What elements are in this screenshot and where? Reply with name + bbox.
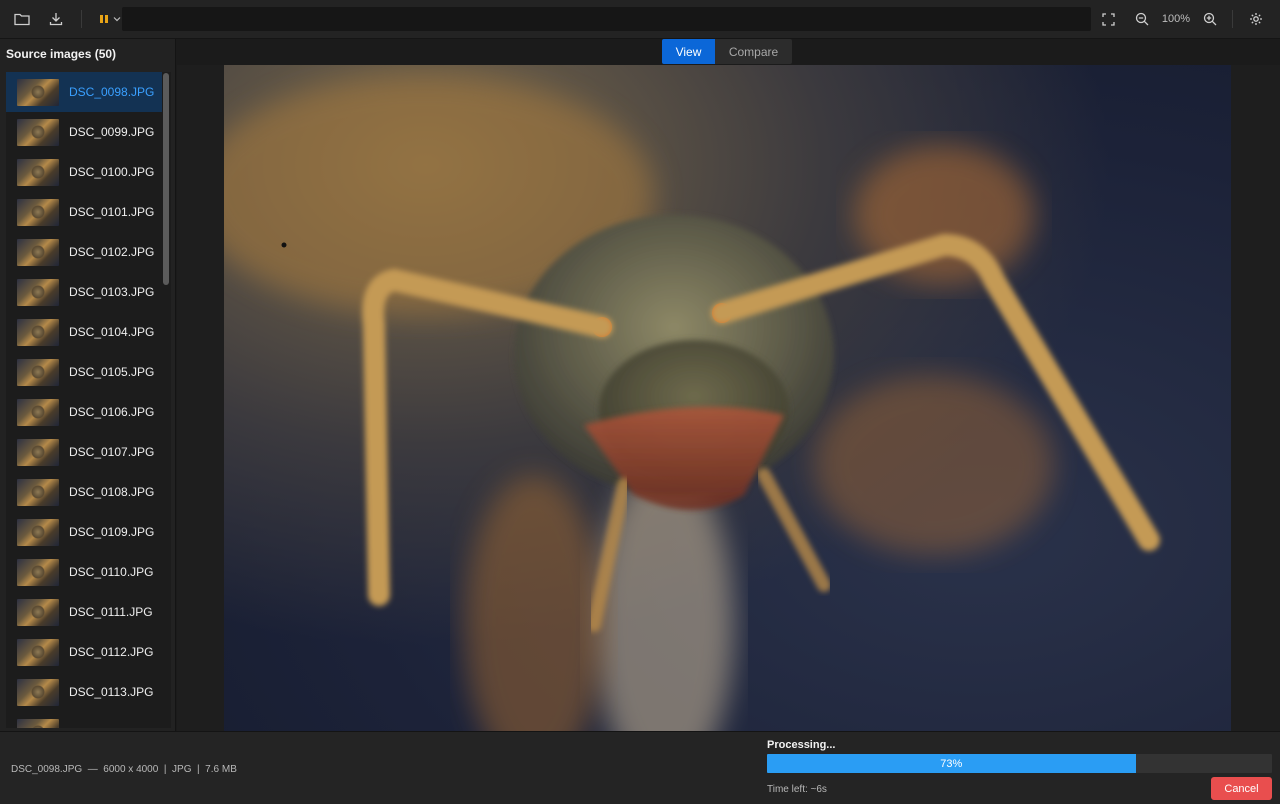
thumbnail	[17, 678, 59, 706]
sidebar: Source images (50) DSC_0098.JPG DSC_0099.…	[0, 39, 176, 731]
list-item[interactable]: DSC_0110.JPG	[6, 552, 163, 592]
toolbar-divider	[81, 10, 82, 28]
download-icon[interactable]	[44, 8, 68, 30]
file-list: DSC_0098.JPG DSC_0099.JPG DSC_0100.JPG DSC_…	[6, 72, 163, 728]
file-name: DSC_0102.JPG	[69, 245, 155, 259]
thumbnail	[17, 158, 59, 186]
thumbnail	[17, 358, 59, 386]
list-item[interactable]: DSC_0102.JPG	[6, 232, 163, 272]
tab-view[interactable]: View	[662, 39, 715, 64]
sidebar-title: Source images (50)	[6, 47, 117, 61]
list-item[interactable]: DSC_0098.JPG	[6, 72, 163, 112]
toolbar-divider	[1232, 10, 1233, 28]
thumbnail	[17, 438, 59, 466]
view-tabs: View Compare	[662, 39, 792, 64]
list-item[interactable]	[6, 712, 163, 728]
thumbnail	[17, 278, 59, 306]
list-item[interactable]: DSC_0101.JPG	[6, 192, 163, 232]
list-item[interactable]: DSC_0113.JPG	[6, 672, 163, 712]
file-name: DSC_0110.JPG	[69, 565, 154, 579]
tab-compare[interactable]: Compare	[715, 39, 792, 64]
list-item[interactable]: DSC_0105.JPG	[6, 352, 163, 392]
preview-image[interactable]	[224, 65, 1231, 731]
file-name: DSC_0098.JPG	[69, 85, 155, 99]
file-name: DSC_0100.JPG	[69, 165, 155, 179]
zoom-in-icon[interactable]	[1198, 8, 1222, 30]
path-input[interactable]	[122, 7, 1091, 31]
time-left: Time left: ~6s	[767, 784, 827, 795]
thumbnail	[17, 558, 59, 586]
file-info: DSC_0098.JPG — 6000 x 4000 | JPG | 7.6 M…	[11, 764, 237, 775]
image-viewer	[177, 65, 1280, 731]
list-item[interactable]: DSC_0099.JPG	[6, 112, 163, 152]
cancel-button[interactable]: Cancel	[1211, 777, 1272, 800]
file-name: DSC_0108.JPG	[69, 485, 155, 499]
gear-icon[interactable]	[1244, 8, 1268, 30]
file-name: DSC_0099.JPG	[69, 125, 155, 139]
thumbnail	[17, 198, 59, 226]
list-item[interactable]: DSC_0100.JPG	[6, 152, 163, 192]
file-name: DSC_0103.JPG	[69, 285, 155, 299]
fullscreen-icon[interactable]	[1096, 8, 1120, 30]
list-item[interactable]: DSC_0103.JPG	[6, 272, 163, 312]
list-item[interactable]: DSC_0111.JPG	[6, 592, 163, 632]
list-item[interactable]: DSC_0107.JPG	[6, 432, 163, 472]
file-name: DSC_0113.JPG	[69, 685, 154, 699]
scrollbar-thumb[interactable]	[163, 73, 169, 285]
list-item[interactable]: DSC_0108.JPG	[6, 472, 163, 512]
file-name: DSC_0111.JPG	[69, 605, 153, 619]
top-toolbar: 100%	[0, 0, 1280, 39]
thumbnail	[17, 598, 59, 626]
file-name: DSC_0112.JPG	[69, 645, 154, 659]
thumbnail	[17, 638, 59, 666]
file-name: DSC_0107.JPG	[69, 445, 155, 459]
thumbnail	[17, 78, 59, 106]
file-name: DSC_0104.JPG	[69, 325, 155, 339]
status-bar: DSC_0098.JPG — 6000 x 4000 | JPG | 7.6 M…	[0, 731, 1280, 804]
file-name: DSC_0105.JPG	[69, 365, 155, 379]
list-item[interactable]: DSC_0106.JPG	[6, 392, 163, 432]
thumbnail	[17, 718, 59, 728]
progress-text: 73%	[940, 757, 963, 770]
file-name: DSC_0101.JPG	[69, 205, 155, 219]
processing-label: Processing...	[767, 739, 836, 751]
thumbnail	[17, 398, 59, 426]
list-item[interactable]: DSC_0104.JPG	[6, 312, 163, 352]
file-name: DSC_0109.JPG	[69, 525, 155, 539]
file-name: DSC_0106.JPG	[69, 405, 155, 419]
folder-icon[interactable]	[10, 8, 34, 30]
thumbnail	[17, 318, 59, 346]
list-item[interactable]: DSC_0109.JPG	[6, 512, 163, 552]
zoom-level: 100%	[1161, 13, 1191, 25]
thumbnail	[17, 238, 59, 266]
thumbnail	[17, 518, 59, 546]
list-item[interactable]: DSC_0112.JPG	[6, 632, 163, 672]
progress-bar: 73%	[767, 754, 1272, 773]
thumbnail	[17, 118, 59, 146]
thumbnail	[17, 478, 59, 506]
zoom-out-icon[interactable]	[1130, 8, 1154, 30]
